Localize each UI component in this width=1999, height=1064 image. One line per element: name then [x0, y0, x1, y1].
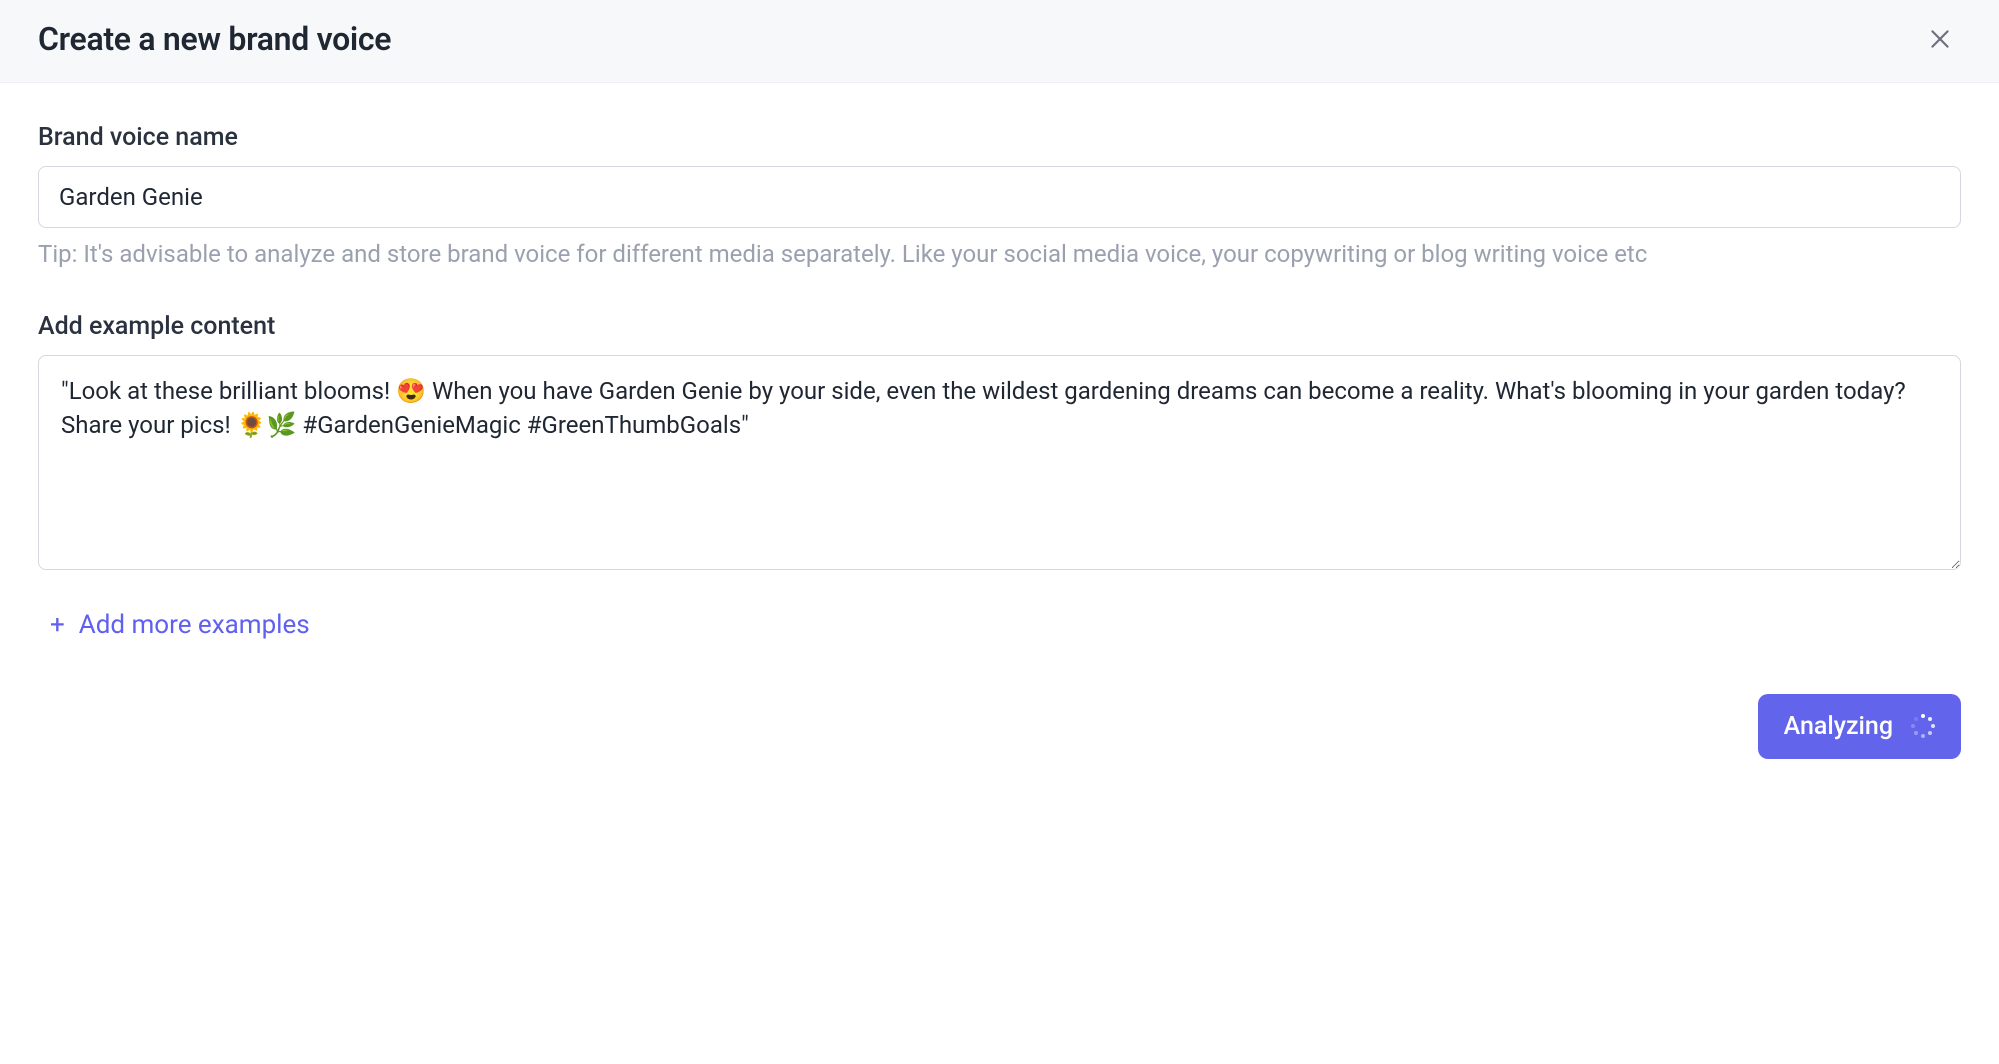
plus-icon: + [50, 612, 65, 638]
add-more-label: Add more examples [79, 610, 310, 640]
modal-body: Brand voice name Tip: It's advisable to … [0, 83, 1999, 789]
brand-voice-name-label: Brand voice name [38, 123, 1961, 152]
tip-text: Tip: It's advisable to analyze and store… [38, 238, 1961, 272]
close-icon [1927, 26, 1953, 52]
close-button[interactable] [1919, 18, 1961, 60]
example-content-label: Add example content [38, 312, 1961, 341]
brand-voice-name-input[interactable] [38, 166, 1961, 228]
analyzing-button[interactable]: Analyzing [1758, 694, 1961, 759]
modal-header: Create a new brand voice [0, 0, 1999, 83]
modal-title: Create a new brand voice [38, 20, 391, 58]
analyzing-label: Analyzing [1784, 712, 1893, 741]
spinner-icon [1911, 714, 1935, 738]
example-content-textarea[interactable] [38, 355, 1961, 570]
actions-row: Analyzing [38, 694, 1961, 759]
add-more-examples-button[interactable]: + Add more examples [50, 610, 310, 640]
example-section: Add example content + Add more examples … [38, 312, 1961, 759]
